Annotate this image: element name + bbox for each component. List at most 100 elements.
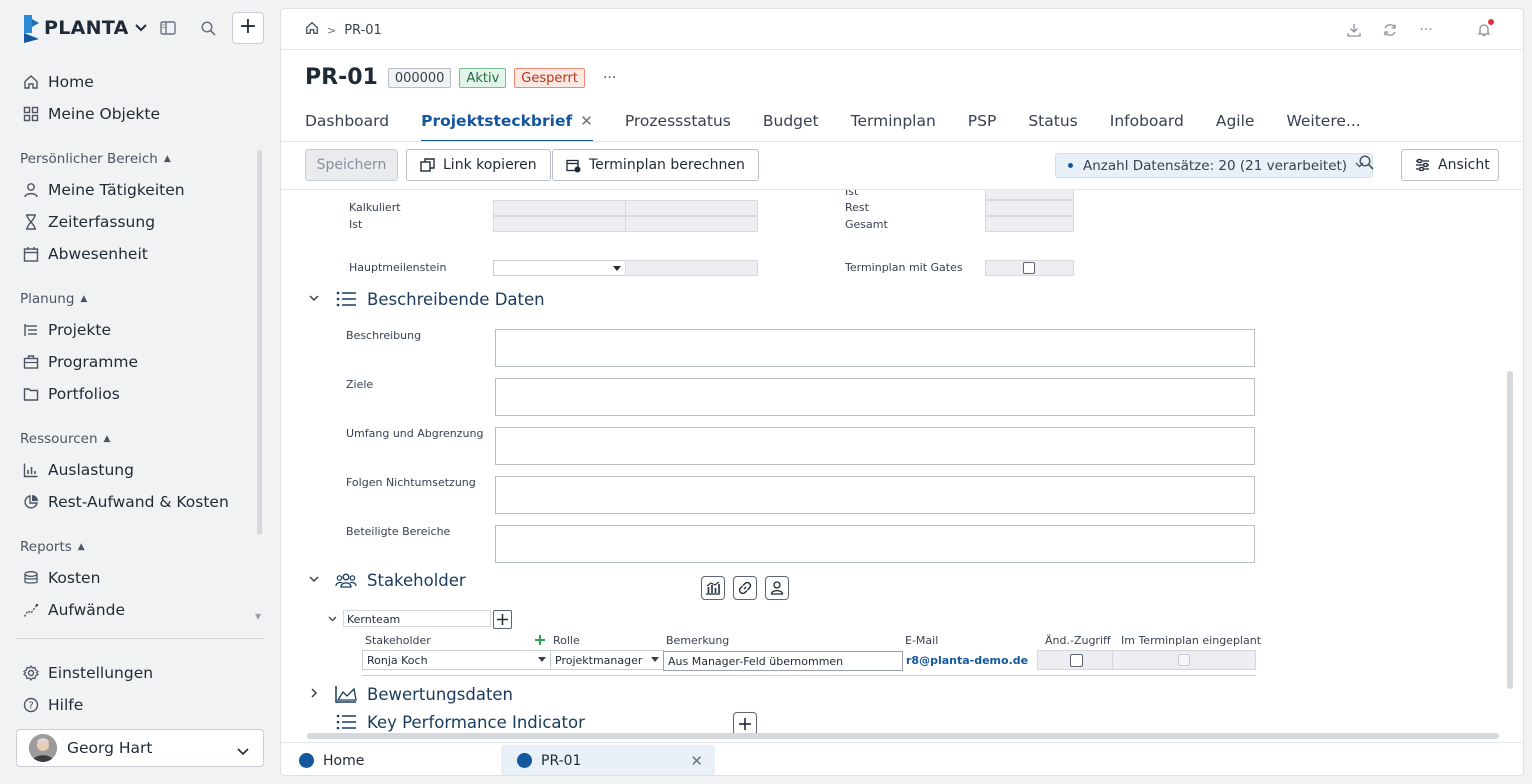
add-group-button[interactable] — [493, 610, 512, 629]
kalkuliert-end-field[interactable] — [625, 200, 758, 216]
horizontal-scrollbar[interactable] — [307, 733, 1499, 739]
kalkuliert-start-field[interactable] — [493, 200, 626, 216]
dataset-count-label: Anzahl Datensätze: 20 (21 verarbeitet) — [1083, 157, 1348, 174]
add-stakeholder-icon[interactable] — [534, 631, 546, 650]
tab-weitere[interactable]: Weitere... — [1286, 112, 1360, 142]
sidebar-item-label: Rest-Aufwand & Kosten — [48, 493, 229, 511]
section-kpi[interactable]: Key Performance Indicator — [307, 712, 585, 732]
people-icon — [335, 570, 357, 590]
section-reports[interactable]: Reports ▲ — [20, 539, 85, 555]
rolle-select[interactable]: Projektmanager — [550, 650, 664, 670]
section-title: Ressourcen — [20, 431, 98, 447]
window-tab-pr-01[interactable]: PR-01 ✕ — [501, 745, 715, 775]
search-icon[interactable] — [1359, 155, 1374, 174]
stakeholder-select[interactable]: Ronja Koch — [362, 650, 551, 670]
search-icon[interactable] — [197, 17, 219, 39]
button-label: Link kopieren — [443, 157, 537, 173]
stakeholder-link-button[interactable] — [733, 576, 757, 600]
ist-start-field[interactable] — [493, 216, 626, 232]
sidebar-item-kosten[interactable]: Kosten — [22, 565, 100, 591]
sidebar-item-programme[interactable]: Programme — [22, 349, 138, 375]
sidebar-toggle-icon[interactable] — [157, 17, 179, 39]
tab-psp[interactable]: PSP — [968, 112, 997, 142]
tab-prozessstatus[interactable]: Prozessstatus — [625, 112, 731, 142]
sidebar-item-meine-taetigkeiten[interactable]: Meine Tätigkeiten — [22, 177, 185, 203]
tab-label: Status — [1028, 112, 1078, 130]
trend-icon — [22, 601, 40, 619]
window-tab-home[interactable]: Home — [283, 745, 493, 775]
tab-label: Budget — [762, 112, 819, 130]
beschreibung-textarea[interactable] — [495, 329, 1255, 367]
svg-text:?: ? — [28, 701, 33, 712]
copy-link-button[interactable]: Link kopieren — [406, 149, 551, 181]
sidebar-item-portfolios[interactable]: Portfolios — [22, 381, 120, 407]
coins-icon — [22, 569, 40, 587]
sidebar-scrollbar[interactable] — [257, 150, 262, 535]
folgen-textarea[interactable] — [495, 476, 1255, 514]
umfang-textarea[interactable] — [495, 427, 1255, 465]
sidebar-item-auslastung[interactable]: Auslastung — [22, 457, 134, 483]
tab-agile[interactable]: Agile — [1216, 112, 1255, 142]
sidebar-item-projekte[interactable]: Projekte — [22, 317, 111, 343]
calc-schedule-button[interactable]: Terminplan berechnen — [552, 149, 759, 181]
aend-zugriff-checkbox[interactable] — [1070, 654, 1083, 667]
create-new-button[interactable]: + — [232, 12, 264, 44]
bemerkung-field[interactable]: Aus Manager-Feld übernommen — [663, 651, 903, 671]
section-persoenlicher-bereich[interactable]: Persönlicher Bereich ▲ — [20, 151, 171, 167]
section-ressourcen[interactable]: Ressourcen ▲ — [20, 431, 110, 447]
chevron-down-icon[interactable] — [328, 615, 337, 625]
ziele-textarea[interactable] — [495, 378, 1255, 416]
vertical-scrollbar[interactable] — [1507, 371, 1513, 689]
pie-chart-icon — [22, 493, 40, 511]
scroll-down-icon[interactable]: ▼ — [255, 612, 261, 621]
more-options-icon[interactable]: ··· — [603, 70, 616, 86]
stakeholder-person-button[interactable] — [765, 576, 789, 600]
section-beschreibende-daten[interactable]: Beschreibende Daten — [307, 289, 545, 309]
section-bewertungsdaten[interactable]: Bewertungsdaten — [307, 684, 513, 704]
tab-dashboard[interactable]: Dashboard — [305, 112, 389, 142]
home-icon[interactable] — [305, 21, 319, 39]
sidebar-item-home[interactable]: Home — [22, 69, 94, 95]
tab-infoboard[interactable]: Infoboard — [1110, 112, 1184, 142]
dropdown-arrow-icon — [538, 657, 546, 662]
breadcrumb-current[interactable]: PR-01 — [344, 23, 382, 38]
dataset-count-dropdown[interactable]: Anzahl Datensätze: 20 (21 verarbeitet) — [1055, 153, 1374, 178]
chevron-down-icon — [307, 294, 321, 305]
save-button[interactable]: Speichern — [305, 149, 398, 181]
sidebar-item-rest-aufwand-kosten[interactable]: Rest-Aufwand & Kosten — [22, 489, 229, 515]
field-label: Ist — [349, 218, 363, 231]
sidebar-item-abwesenheit[interactable]: Abwesenheit — [22, 241, 148, 267]
bereiche-textarea[interactable] — [495, 525, 1255, 563]
tab-budget[interactable]: Budget — [763, 112, 819, 142]
refresh-icon[interactable] — [1381, 21, 1399, 39]
gates-checkbox[interactable] — [1023, 262, 1035, 274]
sidebar-item-zeiterfassung[interactable]: Zeiterfassung — [22, 209, 155, 235]
field-label: Terminplan mit Gates — [845, 261, 963, 274]
tab-projektsteckbrief[interactable]: Projektsteckbrief ✕ — [421, 112, 593, 142]
tab-terminplan[interactable]: Terminplan — [851, 112, 936, 142]
view-button[interactable]: Ansicht — [1401, 149, 1499, 181]
brand-menu[interactable]: PLANTA — [22, 12, 147, 44]
sidebar-item-aufwaende[interactable]: Aufwände — [22, 597, 125, 623]
section-planung[interactable]: Planung ▲ — [20, 291, 87, 307]
tab-label: Projektsteckbrief — [421, 112, 573, 130]
email-link[interactable]: r8@planta-demo.de — [906, 654, 1028, 667]
project-list-icon — [22, 321, 40, 339]
group-name-field[interactable]: Kernteam — [343, 610, 491, 627]
close-icon[interactable]: ✕ — [580, 112, 593, 130]
hauptmeilenstein-select[interactable] — [493, 260, 626, 276]
sidebar-item-hilfe[interactable]: ? Hilfe — [22, 692, 83, 718]
user-menu[interactable]: Georg Hart — [16, 729, 264, 767]
more-options-icon[interactable]: ··· — [1417, 21, 1435, 39]
add-kpi-button[interactable] — [733, 712, 757, 735]
ist-end-field[interactable] — [625, 216, 758, 232]
tab-status[interactable]: Status — [1028, 112, 1077, 142]
stakeholder-chart-button[interactable] — [701, 576, 725, 600]
section-stakeholder[interactable]: Stakeholder — [307, 570, 466, 590]
close-icon[interactable]: ✕ — [690, 752, 703, 770]
calendar-icon — [22, 245, 40, 263]
sidebar-item-einstellungen[interactable]: Einstellungen — [22, 660, 153, 686]
sidebar-item-meine-objekte[interactable]: Meine Objekte — [22, 101, 160, 127]
notification-bell-icon[interactable] — [1475, 19, 1494, 39]
download-icon[interactable] — [1345, 21, 1363, 39]
